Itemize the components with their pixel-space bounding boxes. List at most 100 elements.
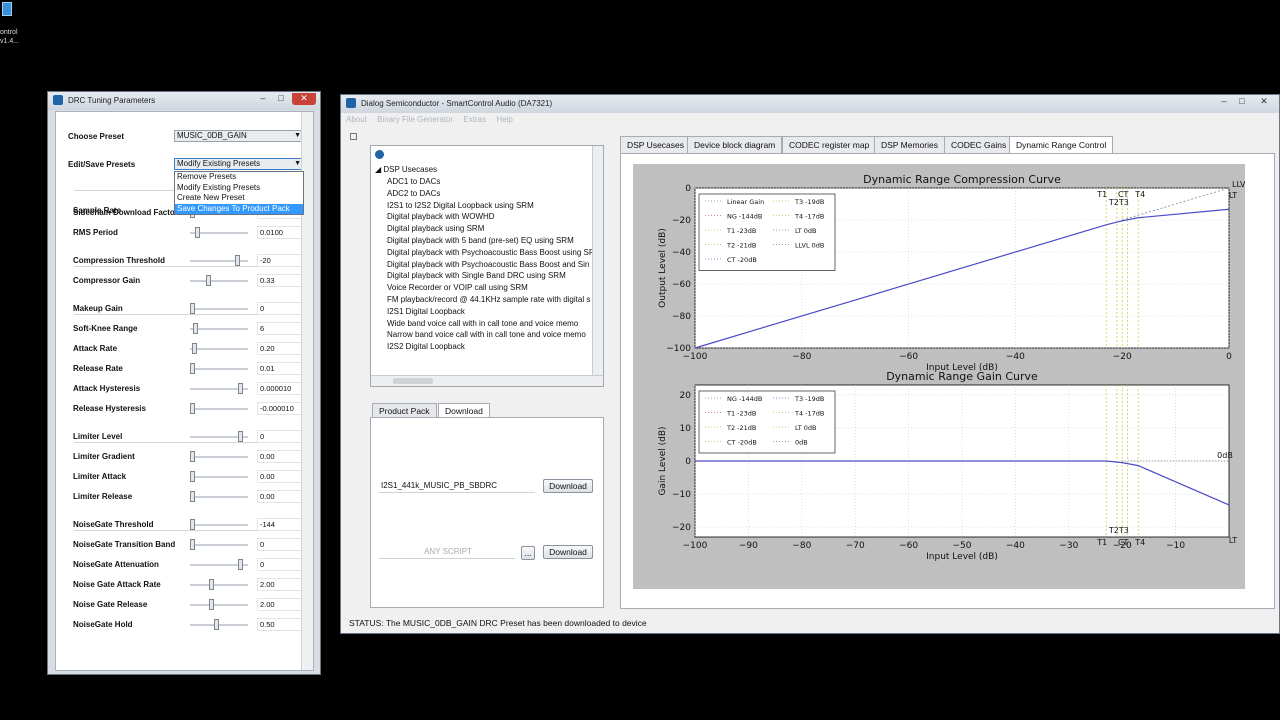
tree-item[interactable]: I2S2 Digital Loopback (387, 342, 465, 351)
tree-item[interactable]: Digital playback with Single Band DRC us… (387, 271, 566, 280)
param-slider[interactable] (190, 408, 248, 410)
minimize-icon[interactable]: – (1215, 96, 1233, 108)
param-value-field[interactable]: 0.00 (257, 490, 305, 503)
param-value-field[interactable]: -0.000010 (257, 402, 305, 415)
tree-item[interactable]: Digital playback with Psychoacoustic Bas… (387, 260, 589, 269)
refresh-icon[interactable] (375, 150, 384, 159)
slider-thumb[interactable] (190, 539, 195, 550)
param-slider[interactable] (190, 308, 248, 310)
param-slider[interactable] (190, 496, 248, 498)
param-value-field[interactable]: 0.000010 (257, 382, 305, 395)
slider-thumb[interactable] (237, 383, 243, 394)
param-slider[interactable] (190, 584, 248, 586)
tree-item[interactable]: Digital playback with WOWHD (387, 212, 495, 221)
tree-item[interactable]: Digital playback with Psychoacoustic Bas… (387, 248, 594, 257)
param-value-field[interactable]: 2.00 (257, 598, 305, 611)
tab-codec-gains[interactable]: CODEC Gains (944, 136, 1014, 153)
param-slider[interactable] (190, 624, 248, 626)
browse-button[interactable]: ... (521, 546, 535, 560)
tree-item[interactable]: ADC2 to DACs (387, 189, 440, 198)
maximize-icon[interactable]: □ (1233, 96, 1251, 108)
slider-thumb[interactable] (190, 363, 195, 374)
tree-horizontal-scrollbar[interactable] (371, 375, 603, 386)
param-value-field[interactable]: 0 (257, 430, 305, 443)
menu-help[interactable]: Help (496, 115, 512, 124)
param-value-field[interactable]: 0.01 (257, 362, 305, 375)
param-value-field[interactable]: 0 (257, 558, 305, 571)
menu-binary-file-generator[interactable]: Binary File Generator (377, 115, 453, 124)
slider-thumb[interactable] (208, 599, 214, 610)
param-value-field[interactable]: 2.00 (257, 578, 305, 591)
param-slider[interactable] (190, 544, 248, 546)
slider-thumb[interactable] (205, 275, 211, 286)
edit-save-combo[interactable]: Modify Existing Presets ▼ (174, 158, 304, 170)
tree-item[interactable]: Digital playback using SRM (387, 224, 484, 233)
dropdown-option[interactable]: Save Changes To Product Pack (175, 203, 303, 214)
pin-icon[interactable] (350, 133, 357, 140)
dropdown-option[interactable]: Create New Preset (175, 193, 303, 204)
slider-thumb[interactable] (190, 491, 195, 502)
tree-item[interactable]: Voice Recorder or VOIP call using SRM (387, 283, 528, 292)
download-script-button[interactable]: Download (543, 545, 593, 559)
param-value-field[interactable]: 0 (257, 538, 305, 551)
tree-item[interactable]: I2S1 to I2S2 Digital Loopback using SRM (387, 201, 534, 210)
desktop-app-icon[interactable]: ontrol v1.4... (0, 0, 26, 48)
tab-codec-register-map[interactable]: CODEC register map (782, 136, 877, 153)
tab-dynamic-range-control[interactable]: Dynamic Range Control (1009, 136, 1114, 154)
download-file-field[interactable]: I2S1_441k_MUSIC_PB_SBDRC (379, 480, 535, 493)
slider-thumb[interactable] (208, 579, 214, 590)
maximize-icon[interactable]: □ (272, 93, 290, 105)
slider-thumb[interactable] (213, 619, 219, 630)
tree-item[interactable]: ADC1 to DACs (387, 177, 440, 186)
param-slider[interactable] (190, 348, 248, 350)
dropdown-option[interactable]: Remove Presets (175, 172, 303, 183)
tree-item[interactable]: Digital playback with 5 band (pre-set) E… (387, 236, 574, 245)
param-slider[interactable] (190, 280, 248, 282)
param-slider[interactable] (190, 476, 248, 478)
slider-thumb[interactable] (195, 227, 201, 238)
tree-vertical-scrollbar[interactable] (592, 146, 603, 377)
script-field[interactable]: ANY SCRIPT (379, 546, 515, 559)
slider-thumb[interactable] (191, 343, 197, 354)
tree-item[interactable]: FM playback/record @ 44.1KHz sample rate… (387, 295, 590, 304)
param-value-field[interactable]: 0.50 (257, 618, 305, 631)
param-value-field[interactable]: 0.00 (257, 450, 305, 463)
slider-thumb[interactable] (190, 519, 195, 530)
param-value-field[interactable]: 0.33 (257, 274, 305, 287)
dropdown-option[interactable]: Modify Existing Presets (175, 183, 303, 194)
param-value-field[interactable]: 0.0100 (257, 226, 305, 239)
param-value-field[interactable]: -20 (257, 254, 305, 267)
download-button[interactable]: Download (543, 479, 593, 493)
param-value-field[interactable]: 0 (257, 302, 305, 315)
param-slider[interactable] (190, 524, 248, 526)
slider-thumb[interactable] (192, 323, 198, 334)
tree-item[interactable]: Narrow band voice call with in call tone… (387, 330, 586, 339)
tree-root-dsp-usecases[interactable]: ◢ DSP Usecases (375, 165, 437, 174)
scroll-thumb[interactable] (393, 378, 433, 384)
param-value-field[interactable]: 0.20 (257, 342, 305, 355)
slider-thumb[interactable] (237, 431, 243, 442)
param-value-field[interactable]: 0.00 (257, 470, 305, 483)
slider-thumb[interactable] (190, 451, 195, 462)
slider-thumb[interactable] (190, 303, 195, 314)
param-value-field[interactable]: 6 (257, 322, 305, 335)
slider-thumb[interactable] (190, 471, 195, 482)
choose-preset-combo[interactable]: MUSIC_0DB_GAIN ▼ (174, 130, 304, 142)
minimize-icon[interactable]: – (254, 93, 272, 105)
close-icon[interactable]: ✕ (1255, 96, 1273, 108)
menu-extras[interactable]: Extras (463, 115, 486, 124)
slider-thumb[interactable] (237, 559, 243, 570)
tab-dsp-memories[interactable]: DSP Memories (874, 136, 945, 153)
tab-device-block-diagram[interactable]: Device block diagram (687, 136, 783, 153)
slider-thumb[interactable] (190, 403, 195, 414)
tree-item[interactable]: I2S1 Digital Loopback (387, 307, 465, 316)
tree-item[interactable]: Wide band voice call with in call tone a… (387, 319, 578, 328)
param-slider[interactable] (190, 456, 248, 458)
param-slider[interactable] (190, 368, 248, 370)
menu-about[interactable]: About (346, 115, 367, 124)
slider-thumb[interactable] (235, 255, 241, 266)
param-slider[interactable] (190, 328, 248, 330)
param-value-field[interactable]: -144 (257, 518, 305, 531)
close-icon[interactable]: ✕ (292, 93, 316, 105)
tab-dsp-usecases[interactable]: DSP Usecases (620, 136, 692, 153)
